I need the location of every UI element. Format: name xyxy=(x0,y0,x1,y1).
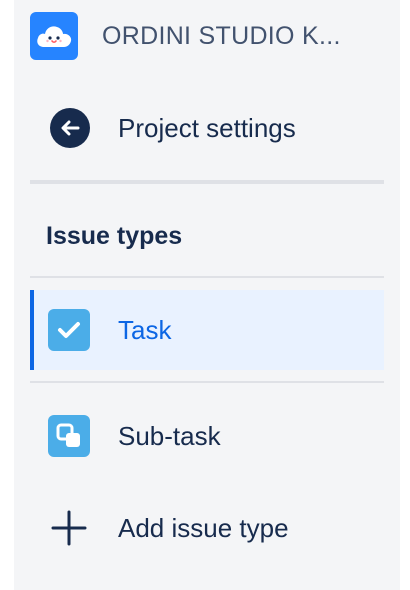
cloud-avatar-icon xyxy=(30,12,78,60)
divider xyxy=(30,276,384,278)
divider xyxy=(30,180,384,184)
add-issue-type-label: Add issue type xyxy=(118,512,289,543)
issue-type-item-sub-task[interactable]: Sub-task xyxy=(30,396,384,476)
issue-type-label: Task xyxy=(118,314,172,345)
issue-type-label: Sub-task xyxy=(118,420,221,451)
project-header[interactable]: ORDINI STUDIO K... xyxy=(30,12,390,60)
subtask-icon xyxy=(48,415,90,457)
back-label: Project settings xyxy=(118,112,296,143)
project-sidebar: ORDINI STUDIO K... Project settings Issu… xyxy=(14,0,400,590)
project-name: ORDINI STUDIO K... xyxy=(102,21,341,50)
issue-type-item-task[interactable]: Task xyxy=(30,290,384,370)
plus-icon xyxy=(48,507,90,549)
back-to-project-settings[interactable]: Project settings xyxy=(30,100,370,156)
add-issue-type-button[interactable]: Add issue type xyxy=(30,488,384,568)
arrow-left-icon xyxy=(50,108,90,148)
section-heading: Issue types xyxy=(46,222,183,250)
checkbox-check-icon xyxy=(48,309,90,351)
divider xyxy=(30,381,384,383)
